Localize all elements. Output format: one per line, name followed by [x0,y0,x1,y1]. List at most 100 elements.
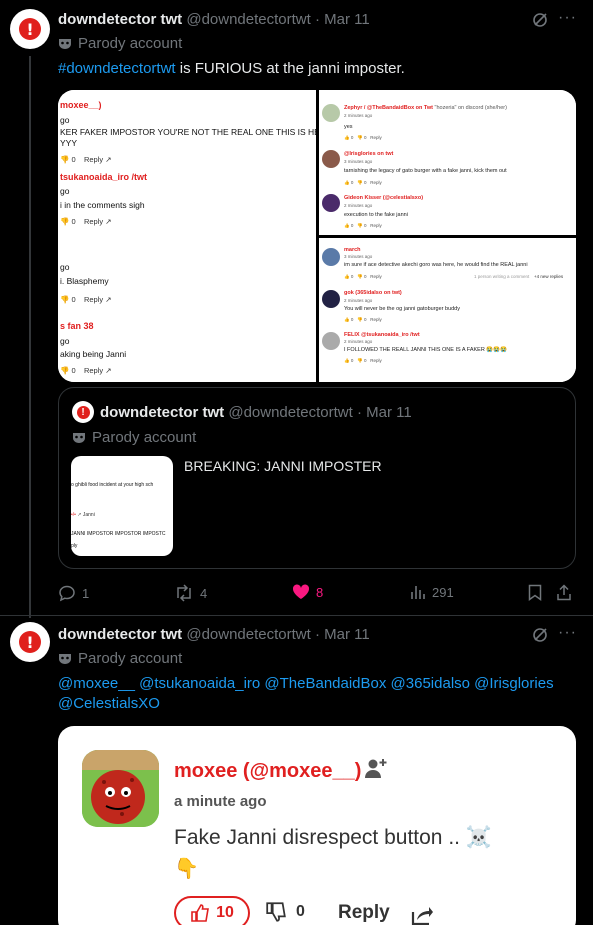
views-button[interactable]: 291 [410,584,454,600]
more-options-icon[interactable]: ··· [558,9,577,27]
comment-author: @Irisglories on twt [344,151,394,157]
heart-icon [292,584,310,599]
reply-label: Reply [370,223,382,228]
dislike-count: 0 [71,295,76,304]
avatar [322,248,340,266]
typing-indicator: 1 person writing a comment [474,274,530,279]
dislike-button[interactable]: 0 [264,901,305,923]
dislike-count: 0 [71,217,76,226]
reply-button[interactable]: 1 [58,584,89,602]
avatar [322,104,340,122]
dislike-count: 0 [71,366,76,375]
mask-icon [73,432,85,443]
post-body: is FURIOUS at the janni imposter. [175,60,405,77]
thread-line [29,56,31,618]
comment-author: tsukanoaida_iro /twt [60,172,148,182]
post-media[interactable]: moxee (@moxee__) a minute ago Fake Janni… [58,726,576,925]
more-options-icon[interactable]: ··· [558,624,577,642]
parody-badge: Parody account [58,650,182,667]
comment-author: s fan 38 [60,321,94,331]
share-icon[interactable] [410,904,434,925]
reply-label: Reply [370,358,382,363]
post-date[interactable]: Mar 11 [324,626,370,643]
comment-emoji: 👇 [174,858,199,880]
repost-button[interactable]: 4 [174,584,207,602]
post-text: #downdetectortwt is FURIOUS at the janni… [58,59,405,79]
reply-label: Reply [370,135,382,140]
views-icon [411,586,425,599]
comment-text: yes [344,124,353,130]
commenter-avatar [82,750,159,827]
like-count: 8 [316,584,324,600]
comment-time: go [60,336,70,346]
comment-author: Gideon Kisser (@celestialsxo) [344,195,424,201]
avatar [322,290,340,308]
quoted-author-handle: @downdetectortwt [228,404,353,421]
comment-time: a minute ago [174,793,267,810]
mention-links[interactable]: @moxee__ @tsukanoaida_iro @TheBandaidBox… [58,674,554,694]
post-header: downdetector twt @downdetectortwt · Mar … [58,11,370,28]
comment-text: aking being Janni [60,349,127,359]
comment-time: 2 minutes ago [344,339,373,344]
view-count: 291 [432,584,454,600]
author-name[interactable]: downdetector twt [58,11,182,28]
comment-author: Zephyr / @TheBandaidBox on Twt [344,105,433,111]
reply-label: Reply [83,295,104,304]
mask-icon [59,38,71,49]
comment-text: I FOLLOWED THE REALL JANNI THIS ONE IS A… [344,347,507,353]
author-handle[interactable]: @downdetectortwt [186,626,310,643]
reply-icon [59,585,75,602]
thumbs-up-icon [191,904,210,922]
reply-label: Reply [83,217,104,226]
mask-icon [59,653,71,664]
share-button[interactable] [556,584,572,601]
reply-button[interactable]: Reply [338,902,390,924]
post-date[interactable]: Mar 11 [324,11,370,28]
comment-time: 2 minutes ago [344,298,373,303]
dislike-count: 0 [296,903,305,920]
post-media[interactable]: moxee__) go KER FAKER IMPOSTOR YOU'RE NO… [58,90,576,382]
grok-icon[interactable] [532,627,548,648]
comment-text: execution to the fake janni [344,212,408,218]
dislike-count: 0 [71,155,76,164]
add-user-icon [364,756,388,785]
comment-text: i. Blasphemy [60,276,109,286]
parody-label: Parody account [92,429,197,446]
comment-note: "hozeria" on discord (she/her) [434,105,507,111]
bookmark-icon [528,584,542,601]
comment-text: KER FAKER IMPOSTOR YOU'RE NOT THE REAL O… [60,127,343,137]
hashtag-link[interactable]: #downdetectortwt [58,60,176,77]
author-avatar[interactable]: ! [10,9,50,49]
thumb-text: ply [71,543,78,549]
comment-time: 3 minutes ago [344,254,373,259]
author-handle[interactable]: @downdetectortwt [186,11,310,28]
author-name[interactable]: downdetector twt [58,626,182,643]
like-button[interactable]: 8 [292,584,323,600]
quoted-header: downdetector twt @downdetectortwt · Mar … [100,404,412,421]
comment-text: You will never be the og janni gatoburge… [344,306,460,312]
comment-text: YYY [60,138,78,148]
comment-author: moxee__) [60,100,102,110]
parody-label: Parody account [78,35,183,52]
thumb-text: Janni [82,512,95,518]
reply-label: Reply [83,366,104,375]
reply-label: Reply [83,155,104,164]
comment-text: Fake Janni disrespect button .. ☠️ [174,826,492,849]
reply-count: 1 [82,585,90,601]
commenter-name: moxee (@moxee__) [174,760,362,782]
comment-text: im sure if ace detective akechi goro was… [344,262,528,268]
quoted-post[interactable]: ! downdetector twt @downdetectortwt · Ma… [58,387,576,569]
comment-time: go [60,262,70,272]
quoted-thumbnail: o ghibli food incident at your high sch … [71,456,173,556]
bookmark-button[interactable] [528,584,542,601]
comment-time: go [60,115,70,125]
reply-label: Reply [370,180,382,185]
author-avatar[interactable]: ! [10,622,50,662]
grok-icon[interactable] [532,12,548,33]
like-button[interactable]: 10 [174,896,250,925]
parody-badge: Parody account [58,35,182,52]
avatar [322,194,340,212]
mention-links[interactable]: @CelestialsXO [58,694,160,714]
parody-label: Parody account [78,650,183,667]
thumb-text: o ghibli food incident at your high sch [71,482,154,488]
